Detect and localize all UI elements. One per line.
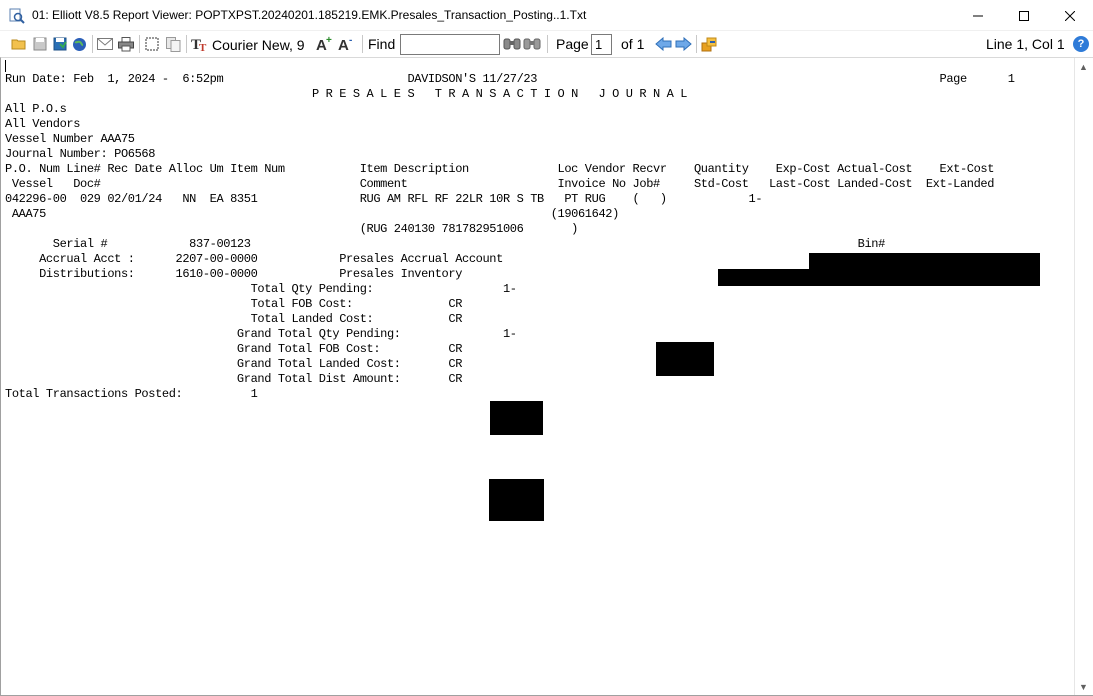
report-line-filter-vendors: All Vendors bbox=[5, 117, 81, 131]
svg-text:+: + bbox=[326, 36, 332, 46]
minimize-icon bbox=[973, 8, 983, 24]
font-decrease-icon[interactable]: A- bbox=[338, 35, 356, 53]
arrow-right-icon[interactable] bbox=[674, 35, 692, 53]
cursor-position: Line 1, Col 1 bbox=[986, 36, 1065, 52]
font-label[interactable]: Courier New, 9 bbox=[212, 37, 305, 53]
svg-text:T: T bbox=[199, 42, 207, 52]
report-grand-total-line: Grand Total Qty Pending: 1- bbox=[5, 327, 517, 341]
minimize-button[interactable] bbox=[955, 0, 1001, 31]
close-button[interactable] bbox=[1047, 0, 1093, 31]
export-icon[interactable] bbox=[700, 35, 718, 53]
report-grand-total-line: Grand Total Landed Cost: CR bbox=[5, 357, 463, 371]
arrow-left-icon[interactable] bbox=[654, 35, 672, 53]
save-green-icon[interactable] bbox=[51, 35, 69, 53]
report-line-vessel: Vessel Number AAA75 bbox=[5, 132, 135, 146]
redaction-block bbox=[718, 269, 1040, 286]
report-serial-line: Serial # 837-00123 Bin# bbox=[5, 237, 886, 251]
toolbar: TT Courier New, 9 A+ A- Find Page of 1 L… bbox=[0, 31, 1093, 57]
report-total-line: Total Landed Cost: CR bbox=[5, 312, 463, 326]
print-icon[interactable] bbox=[117, 35, 135, 53]
report-column-header-2: Vessel Doc# Comment Invoice No Job# Std-… bbox=[5, 177, 995, 191]
select-icon[interactable] bbox=[143, 35, 161, 53]
report-grand-total-line: Grand Total FOB Cost: CR bbox=[5, 342, 463, 356]
scroll-up-arrow-icon[interactable]: ▲ bbox=[1075, 58, 1092, 75]
save-icon[interactable] bbox=[31, 35, 49, 53]
page-input[interactable] bbox=[591, 34, 612, 55]
binoculars-icon[interactable] bbox=[503, 35, 521, 53]
redaction-block bbox=[490, 401, 543, 435]
report-transactions-posted: Total Transactions Posted: 1 bbox=[5, 387, 258, 401]
font-icon[interactable]: TT bbox=[191, 35, 209, 53]
report-grand-total-line: Grand Total Dist Amount: CR bbox=[5, 372, 463, 386]
svg-text:-: - bbox=[349, 36, 352, 46]
maximize-button[interactable] bbox=[1001, 0, 1047, 31]
page-label: Page bbox=[556, 36, 589, 52]
report-detail-line: (RUG 240130 781782951006 ) bbox=[5, 222, 579, 236]
find-input[interactable] bbox=[400, 34, 500, 55]
vertical-scrollbar[interactable]: ▲ ▼ bbox=[1074, 58, 1092, 695]
copy-icon[interactable] bbox=[164, 35, 182, 53]
report-total-line: Total FOB Cost: CR bbox=[5, 297, 463, 311]
report-line-run-date: Run Date: Feb 1, 2024 - 6:52pm DAVIDSON'… bbox=[5, 72, 1015, 86]
close-icon bbox=[1064, 8, 1076, 24]
redaction-block bbox=[809, 253, 1040, 269]
binoculars-prev-icon[interactable] bbox=[523, 35, 541, 53]
svg-text:A: A bbox=[338, 37, 349, 52]
report-detail-line: AAA75 (19061642) bbox=[5, 207, 619, 221]
report-detail-line: 042296-00 029 02/01/24 NN EA 8351 RUG AM… bbox=[5, 192, 763, 206]
email-icon[interactable] bbox=[96, 35, 114, 53]
redaction-block bbox=[656, 342, 714, 376]
window-title: 01: Elliott V8.5 Report Viewer: POPTXPST… bbox=[32, 8, 587, 22]
scroll-down-arrow-icon[interactable]: ▼ bbox=[1075, 678, 1092, 695]
text-cursor bbox=[5, 60, 6, 72]
globe-icon[interactable] bbox=[70, 35, 88, 53]
report-line-filter-pos: All P.O.s bbox=[5, 102, 67, 116]
redaction-block bbox=[489, 479, 544, 521]
report-viewer-icon bbox=[9, 8, 25, 24]
help-icon[interactable]: ? bbox=[1073, 36, 1089, 52]
maximize-icon bbox=[1019, 8, 1029, 24]
report-line-journal: Journal Number: PO6568 bbox=[5, 147, 156, 161]
font-increase-icon[interactable]: A + bbox=[316, 35, 334, 53]
report-column-header-1: P.O. Num Line# Rec Date Alloc Um Item Nu… bbox=[5, 162, 995, 176]
title-bar: 01: Elliott V8.5 Report Viewer: POPTXPST… bbox=[0, 0, 1093, 31]
open-folder-icon[interactable] bbox=[10, 35, 28, 53]
report-content[interactable]: Run Date: Feb 1, 2024 - 6:52pm DAVIDSON'… bbox=[5, 72, 1065, 672]
find-label: Find bbox=[368, 36, 396, 52]
page-count-label: of 1 bbox=[621, 36, 645, 52]
report-title: P R E S A L E S T R A N S A C T I O N J … bbox=[5, 87, 688, 101]
scrollbar-thumb[interactable] bbox=[1080, 75, 1088, 675]
